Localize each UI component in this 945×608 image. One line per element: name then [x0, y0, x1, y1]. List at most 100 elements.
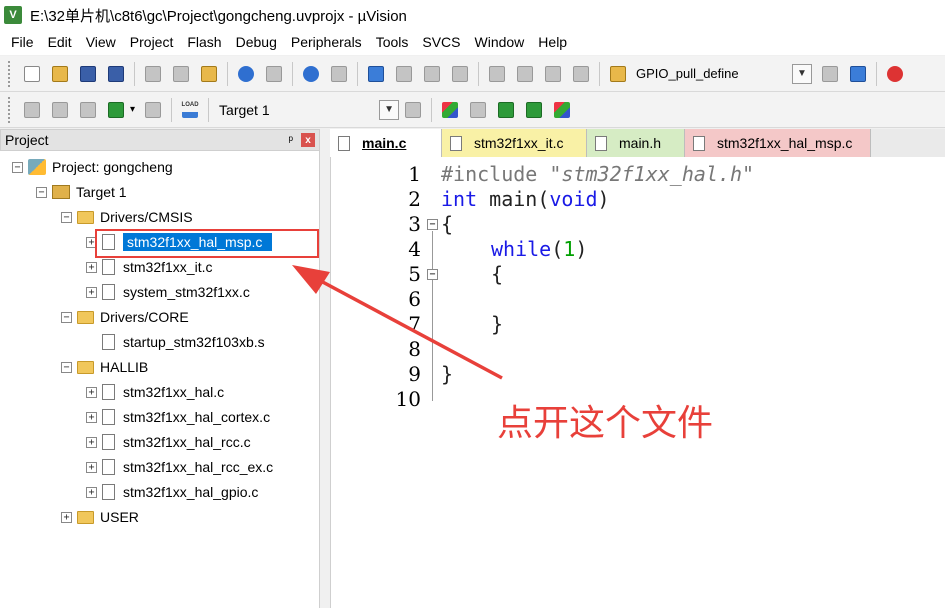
- menu-edit[interactable]: Edit: [41, 30, 79, 55]
- line-number: 2: [408, 187, 421, 211]
- tab-main-h[interactable]: main.h: [587, 129, 685, 157]
- expand-icon[interactable]: +: [86, 386, 97, 398]
- menu-tools[interactable]: Tools: [369, 30, 416, 55]
- save-all-button[interactable]: [104, 62, 128, 86]
- open-file-button[interactable]: [48, 62, 72, 86]
- fold-collapse-icon[interactable]: −: [427, 269, 438, 280]
- expand-icon[interactable]: +: [61, 511, 72, 523]
- nav-forward-button[interactable]: [327, 62, 351, 86]
- find-combo[interactable]: GPIO_pull_define ▼: [636, 62, 812, 86]
- tree-file[interactable]: + system_stm32f1xx.c: [86, 281, 250, 303]
- menu-help[interactable]: Help: [531, 30, 574, 55]
- select-software-packs-button[interactable]: [550, 98, 574, 122]
- cut-button[interactable]: [141, 62, 165, 86]
- collapse-icon[interactable]: −: [61, 361, 72, 373]
- toolbar-grip[interactable]: [8, 96, 12, 123]
- nav-back-button[interactable]: [299, 62, 323, 86]
- menu-flash[interactable]: Flash: [180, 30, 228, 55]
- redo-button[interactable]: [262, 62, 286, 86]
- tree-project-root[interactable]: − Project: gongcheng: [12, 156, 173, 178]
- incremental-find-icon: [850, 65, 866, 82]
- menu-debug[interactable]: Debug: [229, 30, 284, 55]
- menu-project[interactable]: Project: [123, 30, 181, 55]
- expand-icon[interactable]: +: [86, 411, 97, 423]
- menu-peripherals[interactable]: Peripherals: [284, 30, 369, 55]
- new-file-button[interactable]: [20, 62, 44, 86]
- rebuild-button[interactable]: [76, 98, 100, 122]
- expand-icon[interactable]: +: [86, 286, 97, 298]
- fold-collapse-icon[interactable]: −: [427, 219, 438, 230]
- bookmark-button[interactable]: [364, 62, 388, 86]
- indent-button[interactable]: [485, 62, 509, 86]
- stop-build-button[interactable]: [141, 98, 165, 122]
- toolbar-separator: [292, 61, 293, 86]
- target-options-button[interactable]: [401, 98, 425, 122]
- expand-icon[interactable]: +: [86, 461, 97, 473]
- paste-button[interactable]: [197, 62, 221, 86]
- menu-view[interactable]: View: [79, 30, 123, 55]
- chevron-down-icon[interactable]: ▼: [792, 63, 812, 84]
- prev-bookmark-icon: [396, 65, 412, 82]
- project-panel-title: Project: [5, 132, 49, 148]
- tab-stm32f1xx-it-c[interactable]: stm32f1xx_it.c: [442, 129, 587, 157]
- expand-icon[interactable]: +: [86, 261, 97, 273]
- file-icon: [102, 434, 115, 450]
- target-select[interactable]: Target 1 ▼: [213, 98, 400, 122]
- menu-svcs[interactable]: SVCS: [415, 30, 467, 55]
- download-button[interactable]: LOAD: [178, 98, 202, 122]
- next-bookmark-button[interactable]: [420, 62, 444, 86]
- copy-button[interactable]: [169, 62, 193, 86]
- uncomment-button[interactable]: [569, 62, 593, 86]
- pin-icon[interactable]: ᵖ: [288, 133, 293, 147]
- next-bookmark-icon: [424, 65, 440, 82]
- toolbar-grip[interactable]: [8, 60, 12, 87]
- tree-file[interactable]: + stm32f1xx_hal_rcc_ex.c: [86, 456, 273, 478]
- find-in-files-button[interactable]: [606, 62, 630, 86]
- tree-group-hallib[interactable]: − HALLIB: [61, 356, 148, 378]
- tree-file[interactable]: + stm32f1xx_it.c: [86, 256, 212, 278]
- run-time-env-button[interactable]: [494, 98, 518, 122]
- comment-button[interactable]: [541, 62, 565, 86]
- tree-target[interactable]: − Target 1: [36, 181, 127, 203]
- collapse-icon[interactable]: −: [61, 311, 72, 323]
- file-label: stm32f1xx_hal_rcc.c: [123, 434, 251, 450]
- tab-stm32f1xx-hal-msp-c[interactable]: stm32f1xx_hal_msp.c: [685, 129, 871, 157]
- menu-window[interactable]: Window: [468, 30, 532, 55]
- tree-file[interactable]: + stm32f1xx_hal_rcc.c: [86, 431, 251, 453]
- chevron-down-icon[interactable]: ▼: [379, 99, 400, 120]
- tree-group-user[interactable]: + USER: [61, 506, 139, 528]
- incremental-find-button[interactable]: [846, 62, 870, 86]
- batch-build-button[interactable]: [104, 98, 128, 122]
- collapse-icon[interactable]: −: [12, 161, 23, 173]
- tree-file[interactable]: + stm32f1xx_hal.c: [86, 381, 224, 403]
- file-extensions-button[interactable]: [466, 98, 490, 122]
- debug-session-button[interactable]: [883, 62, 907, 86]
- collapse-icon[interactable]: −: [36, 186, 47, 198]
- tree-group-core[interactable]: − Drivers/CORE: [61, 306, 189, 328]
- file-label: system_stm32f1xx.c: [123, 284, 250, 300]
- tab-main-c[interactable]: main.c: [330, 129, 442, 157]
- find-button[interactable]: [818, 62, 842, 86]
- batch-build-dropdown-icon[interactable]: ▾: [130, 104, 135, 115]
- toolbar-separator: [227, 61, 228, 86]
- tree-file[interactable]: + stm32f1xx_hal_gpio.c: [86, 481, 258, 503]
- undo-button[interactable]: [234, 62, 258, 86]
- translate-button[interactable]: [20, 98, 44, 122]
- build-button[interactable]: [48, 98, 72, 122]
- tree-file[interactable]: + stm32f1xx_hal_cortex.c: [86, 406, 270, 428]
- manage-components-button[interactable]: [438, 98, 462, 122]
- expand-icon[interactable]: +: [86, 486, 97, 498]
- expand-icon[interactable]: +: [86, 436, 97, 448]
- close-panel-button[interactable]: x: [301, 133, 315, 147]
- menu-file[interactable]: File: [4, 30, 41, 55]
- clear-bookmarks-button[interactable]: [448, 62, 472, 86]
- tree-group-cmsis[interactable]: − Drivers/CMSIS: [61, 206, 193, 228]
- code-editor[interactable]: 1 2 3 4 5 6 7 8 9 10 − − #include "stm32…: [330, 157, 945, 608]
- save-button[interactable]: [76, 62, 100, 86]
- tree-file[interactable]: startup_stm32f103xb.s: [102, 331, 265, 353]
- prev-bookmark-button[interactable]: [392, 62, 416, 86]
- unindent-button[interactable]: [513, 62, 537, 86]
- uvision-window: V E:\32单片机\c8t6\gc\Project\gongcheng.uvp…: [0, 0, 945, 608]
- collapse-icon[interactable]: −: [61, 211, 72, 223]
- pack-installer-button[interactable]: [522, 98, 546, 122]
